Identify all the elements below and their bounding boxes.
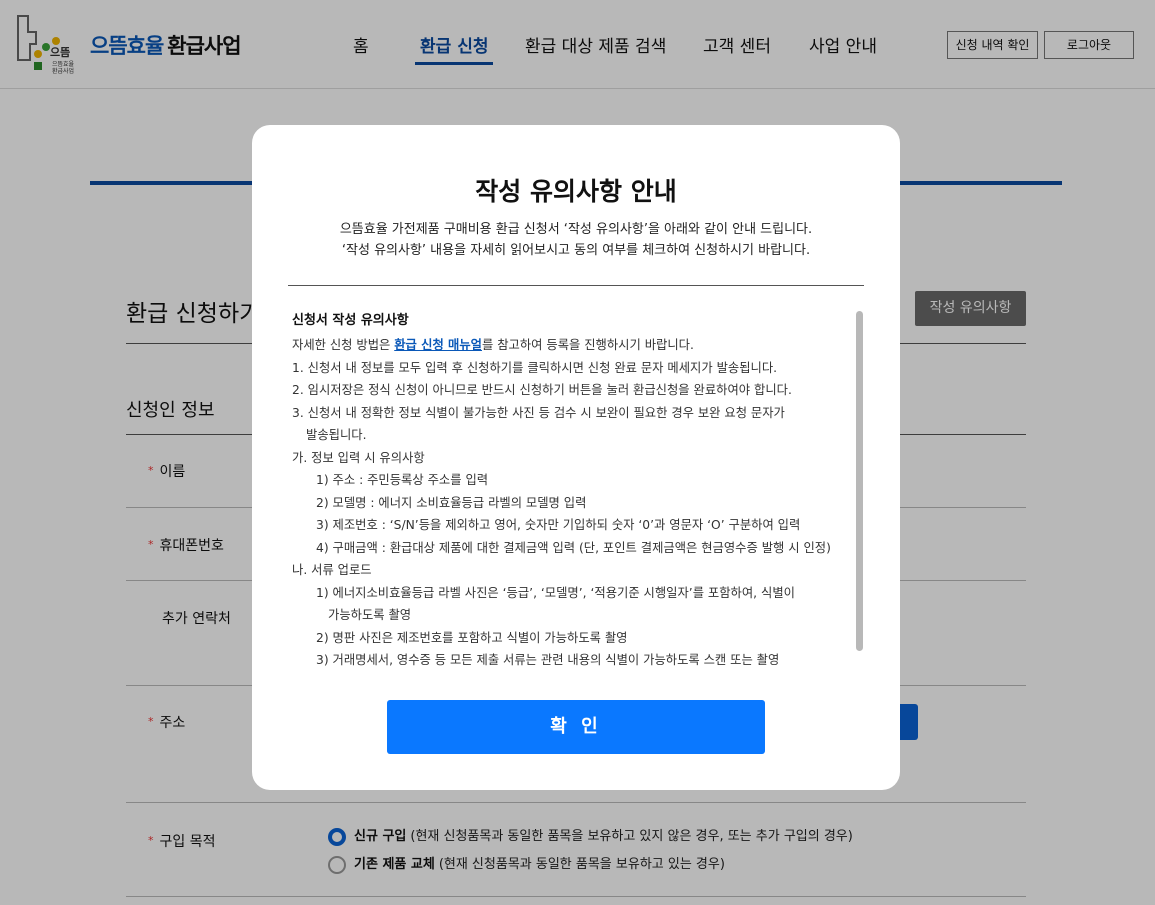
notice-subitem: 3) 거래명세서, 영수증 등 모든 제출 서류는 관련 내용의 식별이 가능하… [316,653,780,667]
notice-subitem-cont: 가능하도록 촬영 [328,608,412,622]
notice-subsection: 나. 서류 업로드 [292,563,372,577]
notice-item: 3. 신청서 내 정확한 정보 식별이 불가능한 사진 등 검수 시 보완이 필… [292,405,785,420]
confirm-button[interactable]: 확 인 [387,700,765,754]
modal-desc-line1: 으뜸효율 가전제품 구매비용 환급 신청서 ‘작성 유의사항’을 아래와 같이 … [339,222,813,237]
modal-desc-line2: ‘작성 유의사항’ 내용을 자세히 읽어보시고 동의 여부를 체크하여 신청하시… [341,243,811,258]
guide-modal: 작성 유의사항 안내 으뜸효율 가전제품 구매비용 환급 신청서 ‘작성 유의사… [252,125,900,790]
notice-item-cont: 발송됩니다. [306,428,367,442]
modal-divider [288,285,864,286]
manual-link[interactable]: 환급 신청 매뉴얼 [394,338,482,352]
notice-subitem: 2) 명판 사진은 제조번호를 포함하고 식별이 가능하도록 촬영 [316,630,628,645]
modal-scroll-content[interactable]: 신청서 작성 유의사항 자세한 신청 방법은 환급 신청 매뉴얼를 참고하여 등… [292,309,852,671]
notice-heading: 신청서 작성 유의사항 [292,313,409,328]
modal-scrollbar[interactable] [856,311,863,651]
modal-title: 작성 유의사항 안내 [475,177,677,206]
notice-subitem: 1) 에너지소비효율등급 라벨 사진은 ‘등급’, ‘모델명’, ‘적용기준 시… [316,585,795,600]
notice-subitem: 3) 제조번호 : ‘S/N’등을 제외하고 영어, 숫자만 기입하되 숫자 ‘… [316,518,801,532]
notice-intro: 자세한 신청 방법은 환급 신청 매뉴얼를 참고하여 등록을 진행하시기 바랍니… [292,338,694,352]
notice-item: 2. 임시저장은 정식 신청이 아니므로 반드시 신청하기 버튼을 눌러 환급신… [292,383,792,397]
notice-item: 1. 신청서 내 정보를 모두 입력 후 신청하기를 클릭하시면 신청 완료 문… [292,360,778,375]
notice-subitem: 2) 모델명 : 에너지 소비효율등급 라벨의 모델명 입력 [316,495,587,510]
notice-subitem: 1) 주소 : 주민등록상 주소를 입력 [316,473,489,487]
modal-scrollbar-thumb[interactable] [856,311,863,651]
notice-subitem: 4) 구매금액 : 환급대상 제품에 대한 결제금액 입력 (단, 포인트 결제… [316,540,831,555]
notice-subsection: 가. 정보 입력 시 유의사항 [292,450,425,465]
modal-description: 으뜸효율 가전제품 구매비용 환급 신청서 ‘작성 유의사항’을 아래와 같이 … [252,219,900,261]
